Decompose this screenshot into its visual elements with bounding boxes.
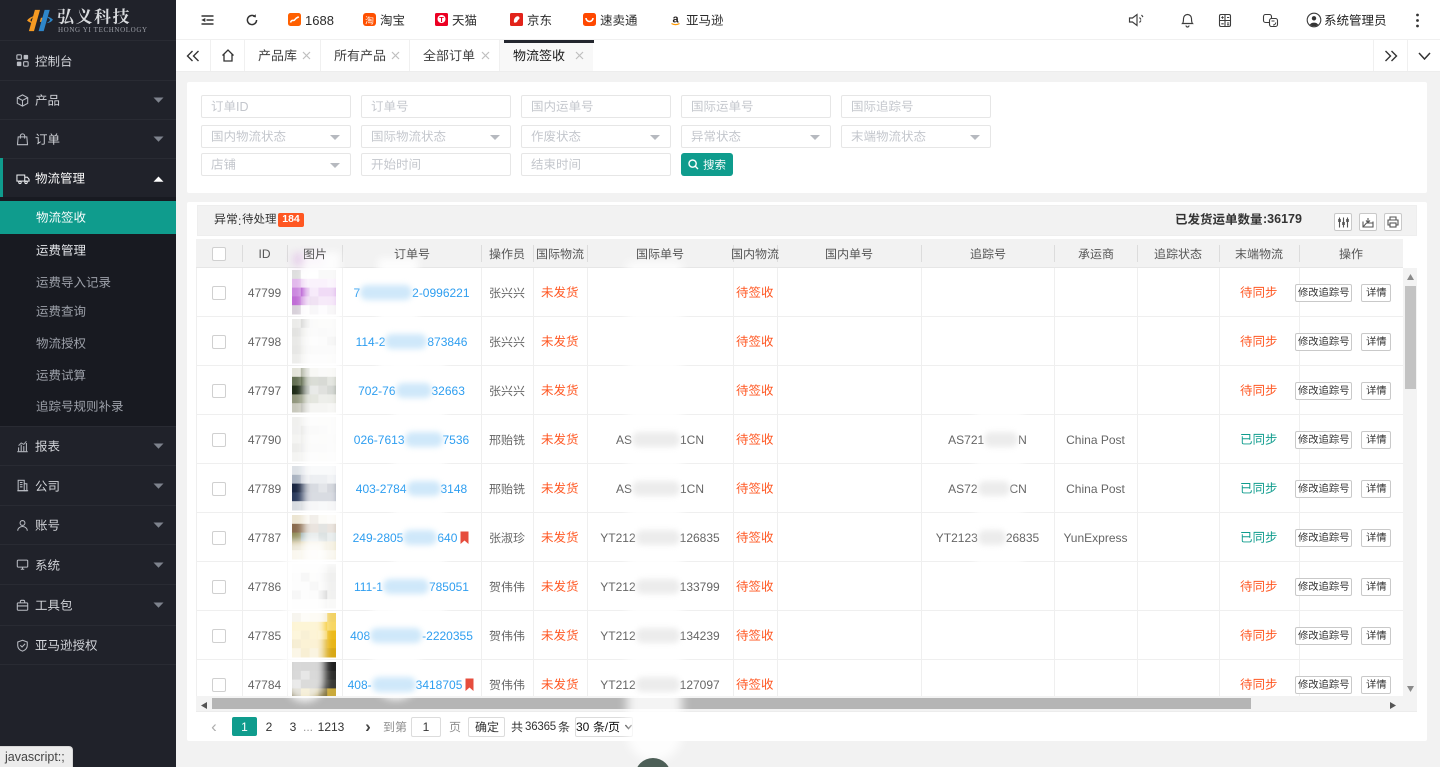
- svg-text:T: T: [439, 15, 444, 24]
